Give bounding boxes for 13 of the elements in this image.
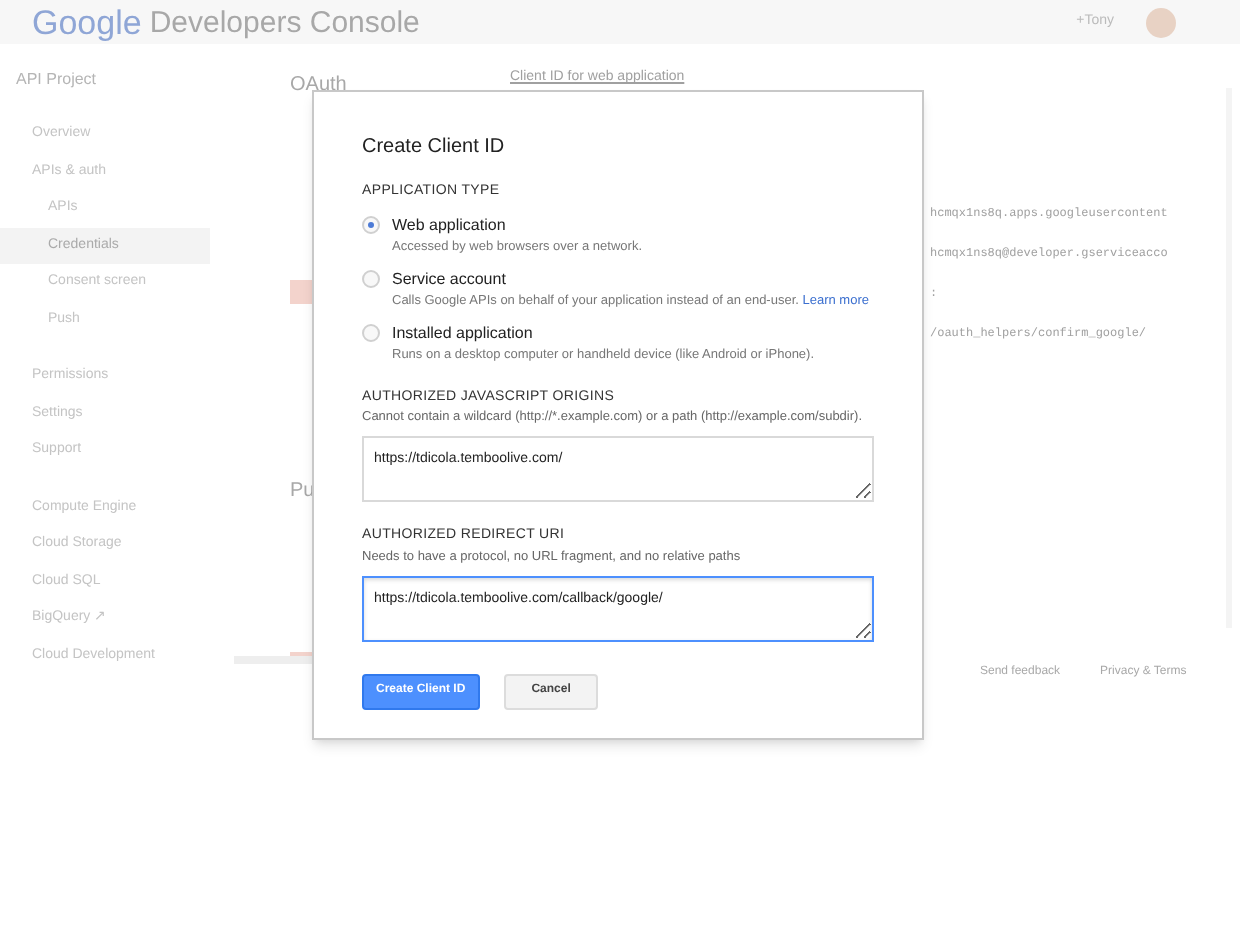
radio-button[interactable] [362, 215, 380, 233]
back-link[interactable]: API Project [0, 68, 210, 92]
scroll-track [234, 656, 314, 664]
dialog-title: Create Client ID [362, 134, 507, 162]
product-name: Developers Console [149, 7, 420, 37]
google-logo: Google [32, 5, 142, 39]
option-label[interactable]: Service account [392, 267, 892, 291]
option-label[interactable]: Installed application [392, 321, 892, 345]
avatar-icon[interactable] [1146, 7, 1176, 37]
radio-button[interactable] [362, 269, 380, 287]
section-title: OAuth [290, 74, 347, 98]
radio-button[interactable] [362, 323, 380, 341]
option-label[interactable]: Web application [392, 213, 892, 237]
